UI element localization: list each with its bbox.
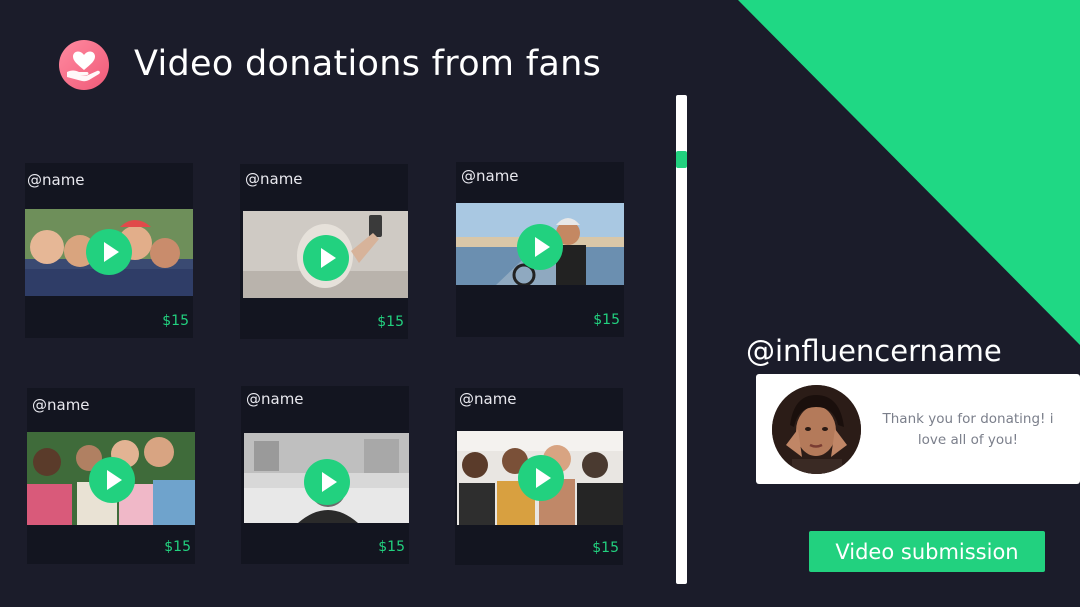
video-thumbnail[interactable] — [25, 209, 193, 296]
donation-amount: $15 — [164, 539, 191, 555]
thank-you-message: Thank you for donating! i love all of yo… — [882, 411, 1054, 448]
fan-username: @name — [32, 396, 90, 414]
donation-amount: $15 — [378, 539, 405, 555]
video-card[interactable]: @name $15 — [455, 388, 623, 565]
play-button[interactable] — [517, 224, 563, 270]
video-submission-button[interactable]: Video submission — [809, 531, 1045, 572]
page-title: Video donations from fans — [134, 44, 602, 84]
donation-amount: $15 — [593, 312, 620, 328]
fan-username: @name — [245, 170, 303, 188]
video-card[interactable]: @name $15 — [241, 386, 409, 564]
play-button[interactable] — [304, 459, 350, 505]
donation-amount: $15 — [377, 314, 404, 330]
video-thumbnail[interactable] — [27, 432, 195, 525]
video-card[interactable]: @name $15 — [456, 162, 624, 337]
heart-in-hand-icon — [59, 40, 109, 90]
play-button[interactable] — [86, 229, 132, 275]
play-button[interactable] — [89, 457, 135, 503]
avatar — [772, 385, 861, 474]
video-card[interactable]: @name $15 — [25, 163, 193, 338]
video-card[interactable]: @name $15 — [240, 164, 408, 339]
play-button[interactable] — [303, 235, 349, 281]
donation-amount: $15 — [592, 540, 619, 556]
video-thumbnail[interactable] — [457, 431, 623, 525]
fan-username: @name — [246, 390, 304, 408]
play-button[interactable] — [518, 455, 564, 501]
influencer-handle: @influencername — [746, 334, 1002, 368]
fan-username: @name — [27, 171, 85, 189]
scrollbar[interactable] — [676, 95, 687, 584]
thank-you-card: Thank you for donating! i love all of yo… — [756, 374, 1080, 484]
fan-username: @name — [459, 390, 517, 408]
fan-username: @name — [461, 167, 519, 185]
video-card[interactable]: @name $15 — [27, 388, 195, 564]
scrollbar-thumb[interactable] — [676, 151, 687, 168]
donation-amount: $15 — [162, 313, 189, 329]
video-thumbnail[interactable] — [244, 433, 409, 523]
video-thumbnail[interactable] — [243, 211, 408, 298]
video-thumbnail[interactable] — [456, 203, 624, 285]
